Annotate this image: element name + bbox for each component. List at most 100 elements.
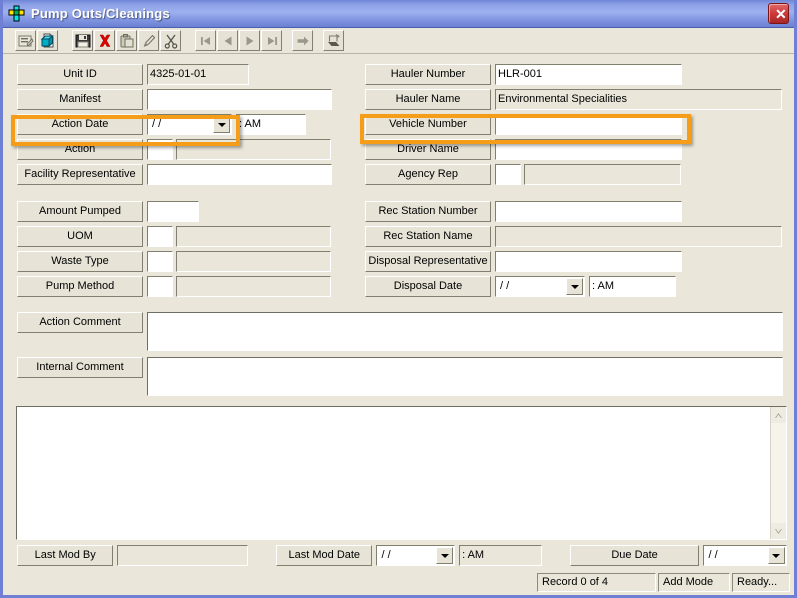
uom-code-input[interactable]	[147, 226, 173, 247]
application-window: Pump Outs/Cleanings ✕ Unit ID 4325-01-01…	[0, 0, 797, 598]
disposal-representative-label[interactable]: Disposal Representative	[365, 251, 491, 272]
pump-method-code-input[interactable]	[147, 276, 173, 297]
disposal-date-label[interactable]: Disposal Date	[365, 276, 491, 297]
status-bar: Record 0 of 4 Add Mode Ready...	[537, 573, 792, 592]
action-date-combo[interactable]: / /	[147, 114, 232, 135]
rec-station-number-input[interactable]	[495, 201, 682, 222]
vehicle-number-label[interactable]: Vehicle Number	[365, 114, 491, 135]
title-bar[interactable]: Pump Outs/Cleanings ✕	[3, 0, 794, 28]
cut-icon[interactable]	[160, 30, 181, 51]
close-button[interactable]: ✕	[768, 3, 789, 24]
field-row-driver-name: Driver Name	[365, 139, 790, 160]
internal-comment-textarea[interactable]	[147, 357, 783, 396]
driver-name-label[interactable]: Driver Name	[365, 139, 491, 160]
goto-record-icon[interactable]	[292, 30, 313, 51]
unit-id-label[interactable]: Unit ID	[17, 64, 143, 85]
field-row-facility-representative: Facility Representative	[17, 164, 357, 185]
delete-icon[interactable]	[94, 30, 115, 51]
uom-label[interactable]: UOM	[17, 226, 143, 247]
rec-station-name-label[interactable]: Rec Station Name	[365, 226, 491, 247]
scroll-down-icon[interactable]	[771, 523, 786, 539]
disposal-representative-input[interactable]	[495, 251, 682, 272]
rec-station-name-input	[495, 226, 782, 247]
facility-representative-input[interactable]	[147, 164, 332, 185]
waste-type-code-input[interactable]	[147, 251, 173, 272]
disposal-time-input[interactable]: : AM	[589, 276, 676, 297]
rec-station-number-label[interactable]: Rec Station Number	[365, 201, 491, 222]
waste-type-label[interactable]: Waste Type	[17, 251, 143, 272]
notes-scrollbar[interactable]	[770, 407, 786, 539]
field-row-hauler-name: Hauler Name Environmental Specialities	[365, 89, 790, 110]
facility-representative-label[interactable]: Facility Representative	[17, 164, 143, 185]
first-record-icon[interactable]	[195, 30, 216, 51]
field-row-rec-station-number: Rec Station Number	[365, 201, 790, 222]
last-mod-date-label[interactable]: Last Mod Date	[276, 545, 373, 566]
window-title: Pump Outs/Cleanings	[31, 6, 170, 21]
last-mod-date-value: / /	[381, 549, 391, 561]
manifest-input[interactable]	[147, 89, 332, 110]
save-icon[interactable]	[72, 30, 93, 51]
chevron-down-icon[interactable]	[767, 547, 785, 564]
hauler-name-label[interactable]: Hauler Name	[365, 89, 491, 110]
agency-rep-label[interactable]: Agency Rep	[365, 164, 491, 185]
pump-method-label[interactable]: Pump Method	[17, 276, 143, 297]
field-row-unit-id: Unit ID 4325-01-01	[17, 64, 357, 85]
scrollbar-track[interactable]	[771, 423, 786, 523]
field-row-pump-method: Pump Method	[17, 276, 357, 297]
chevron-down-icon[interactable]	[566, 278, 583, 295]
footer-row: Last Mod By Last Mod Date / / : AM Due D…	[17, 545, 787, 570]
action-label[interactable]: Action	[17, 139, 143, 160]
status-state: Ready...	[732, 573, 790, 592]
action-comment-textarea[interactable]	[147, 312, 783, 351]
paste-icon[interactable]	[116, 30, 137, 51]
pump-icon	[8, 5, 25, 22]
action-comment-label[interactable]: Action Comment	[17, 312, 143, 333]
action-date-label[interactable]: Action Date	[17, 114, 143, 135]
right-column: Hauler Number HLR-001 Hauler Name Enviro…	[365, 64, 790, 301]
field-row-disposal-representative: Disposal Representative	[365, 251, 790, 272]
due-date-label[interactable]: Due Date	[569, 545, 700, 566]
last-record-icon[interactable]	[261, 30, 282, 51]
field-row-vehicle-number: Vehicle Number	[365, 114, 790, 135]
last-mod-time-input: : AM	[459, 545, 542, 566]
footer-fields: Last Mod By Last Mod Date / / : AM Due D…	[17, 545, 787, 566]
unit-id-input[interactable]: 4325-01-01	[147, 64, 249, 85]
next-record-icon[interactable]	[239, 30, 260, 51]
manifest-label[interactable]: Manifest	[17, 89, 143, 110]
uom-description	[176, 226, 331, 247]
due-date-combo[interactable]: / /	[703, 545, 787, 566]
print-icon[interactable]	[323, 30, 344, 51]
chevron-down-icon[interactable]	[213, 116, 230, 133]
properties-icon[interactable]	[15, 30, 36, 51]
amount-pumped-input[interactable]	[147, 201, 199, 222]
internal-comment-label[interactable]: Internal Comment	[17, 357, 143, 378]
last-mod-by-label[interactable]: Last Mod By	[17, 545, 114, 566]
action-time-input[interactable]: : AM	[236, 114, 306, 135]
edit-icon[interactable]	[138, 30, 159, 51]
previous-record-icon[interactable]	[217, 30, 238, 51]
copy-record-icon[interactable]	[37, 30, 58, 51]
driver-name-input[interactable]	[495, 139, 682, 160]
waste-type-description	[176, 251, 331, 272]
field-row-manifest: Manifest	[17, 89, 357, 110]
agency-rep-code-input[interactable]	[495, 164, 521, 185]
scroll-up-icon[interactable]	[771, 407, 786, 423]
hauler-number-input[interactable]: HLR-001	[495, 64, 682, 85]
last-mod-date-combo[interactable]: / /	[376, 545, 456, 566]
left-column-spacer	[17, 189, 357, 201]
field-row-internal-comment: Internal Comment	[17, 357, 787, 396]
notes-textarea[interactable]	[17, 407, 770, 539]
pump-method-description	[176, 276, 331, 297]
action-code-input[interactable]	[147, 139, 173, 160]
disposal-date-value: / /	[500, 280, 510, 292]
amount-pumped-label[interactable]: Amount Pumped	[17, 201, 143, 222]
vehicle-number-input[interactable]	[495, 114, 682, 135]
notes-scroll-box	[16, 406, 787, 540]
action-date-value: / /	[152, 118, 162, 130]
chevron-down-icon[interactable]	[436, 547, 454, 564]
hauler-number-label[interactable]: Hauler Number	[365, 64, 491, 85]
due-date-value: / /	[708, 549, 718, 561]
hauler-name-input: Environmental Specialities	[495, 89, 782, 110]
disposal-date-combo[interactable]: / /	[495, 276, 585, 297]
field-row-disposal-date: Disposal Date / / : AM	[365, 276, 790, 297]
